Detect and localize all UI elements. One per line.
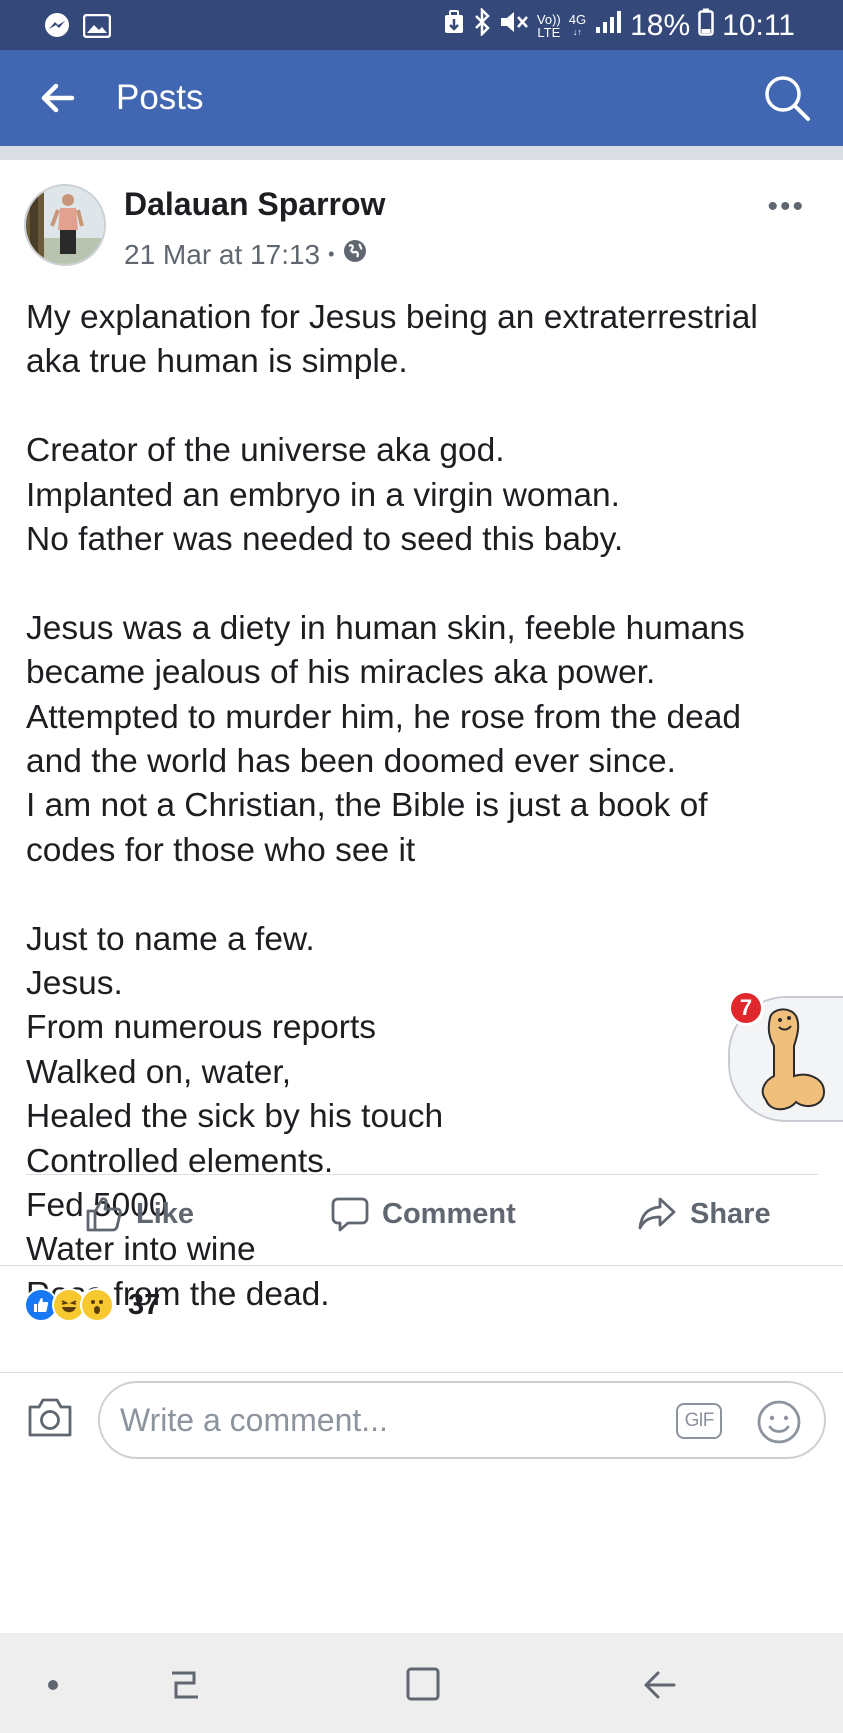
gallery-icon [82,12,112,40]
globe-icon [342,238,368,271]
clock: 10:11 [722,9,795,42]
page-bottom-space [0,1467,843,1633]
post-line: Jesus was a diety in human skin, feeble … [26,609,745,647]
post-line: Walked on, water, [26,1053,292,1091]
post-line: No father was needed to seed this baby. [26,521,624,559]
smiley-icon [757,1400,801,1444]
back-button[interactable] [36,76,80,120]
wow-reaction-icon [80,1288,114,1322]
network-type-indicator: 4G ↓↑ [569,13,586,39]
recent-apps-button[interactable] [160,1663,210,1707]
post-line: My explanation for Jesus being an extrat… [26,299,758,336]
search-icon [765,76,810,121]
bluetooth-icon [473,6,491,44]
post-line: became jealous of his miracles aka power… [26,654,656,692]
comment-button[interactable]: Comment [330,1194,516,1234]
emoji-button[interactable] [756,1399,802,1445]
signal-strength-icon [594,9,622,43]
app-bar: Posts [0,50,843,146]
comment-label: Comment [382,1197,516,1230]
page-title: Posts [116,78,204,117]
share-label: Share [690,1197,771,1230]
post-line: codes for those who see it [26,831,416,869]
share-button[interactable]: Share [636,1194,771,1234]
like-button[interactable]: Like [84,1194,194,1234]
back-chevron-icon [644,1671,676,1699]
post-meta: 21 Mar at 17:13 • [124,238,368,271]
like-label: Like [136,1197,195,1230]
chat-head-badge: 7 [728,990,764,1026]
author-avatar[interactable] [24,184,106,266]
battery-icon [698,8,714,44]
feed-separator [0,146,843,160]
comment-bubble-icon [331,1197,369,1232]
profile-photo [26,186,104,264]
thumbs-up-icon [86,1197,122,1232]
home-square-icon [406,1667,440,1701]
mute-icon [499,9,529,43]
home-button[interactable] [398,1663,448,1707]
post-body: My explanation for Jesus being an extrat… [26,296,816,1317]
post-line: From numerous reports [26,1009,376,1047]
share-arrow-icon [638,1197,676,1230]
post-line: Just to name a few. [26,920,315,958]
post-line: Jesus. [26,965,123,1003]
volte-bottom-text: LTE [537,25,561,40]
battery-percent: 18% [630,9,691,42]
gif-button[interactable]: GIF [676,1403,722,1439]
volte-indicator: Vo)) LTE [537,13,561,39]
recents-icon [172,1671,198,1699]
divider [0,1265,843,1266]
data-activity-text: ↓↑ [572,27,582,37]
network-type-text: 4G [568,12,587,27]
messenger-icon [42,12,72,40]
meta-separator: • [328,244,335,264]
post-paragraph-1: My explanation for Jesus being an extrat… [26,296,816,385]
reaction-summary[interactable]: 37 [24,1288,160,1322]
data-saver-icon [443,9,465,43]
nav-dot-button[interactable] [28,1663,78,1707]
post-line: Creator of the universe aka god. [26,432,505,470]
post-timestamp[interactable]: 21 Mar at 17:13 [124,239,320,271]
notification-icons [42,12,112,40]
reaction-count: 37 [128,1288,161,1321]
post-line: and the world has been doomed ever since… [26,743,676,781]
status-bar: Vo)) LTE 4G ↓↑ 18% 10:11 [0,0,843,50]
system-back-button[interactable] [634,1663,684,1707]
post-line: Implanted an embryo in a virgin woman. [26,476,620,514]
comment-composer: GIF [0,1373,843,1467]
dot-icon [48,1680,58,1690]
post-line: Attempted to murder him, he rose from th… [26,698,742,736]
post-line: aka true human is simple. [26,343,408,381]
divider [26,1174,818,1175]
post-paragraph-3: Jesus was a diety in human skin, feeble … [26,607,816,873]
post-paragraph-2: Creator of the universe aka god. Implant… [26,429,816,562]
camera-icon [28,1398,72,1437]
system-indicators: Vo)) LTE 4G ↓↑ 18% 10:11 [443,6,795,44]
back-arrow-icon [41,83,75,113]
post-line: Healed the sick by his touch [26,1098,444,1136]
post-line: I am not a Christian, the Bible is just … [26,787,708,825]
post-options-button[interactable]: ••• [767,190,805,224]
post-actions: Like Comment Share [0,1176,843,1264]
author-name[interactable]: Dalauan Sparrow [124,186,385,223]
system-nav-bar [0,1633,843,1733]
search-button[interactable] [761,72,813,124]
camera-button[interactable] [26,1395,74,1439]
